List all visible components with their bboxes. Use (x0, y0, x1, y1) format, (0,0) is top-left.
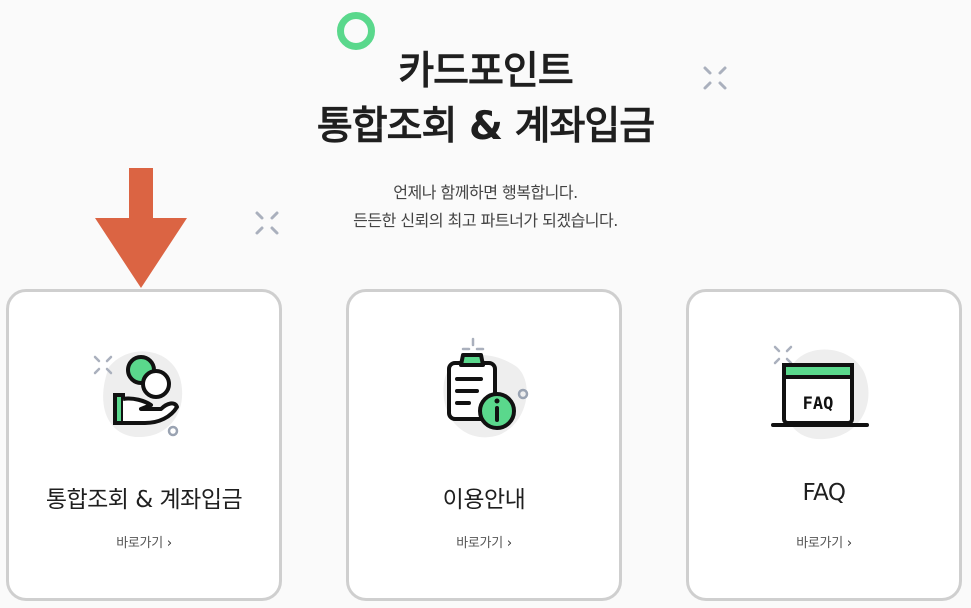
coin-hand-icon (93, 351, 183, 437)
card-usage-guide[interactable]: 이용안내 바로가기 › (346, 289, 622, 601)
faq-icon-text: FAQ (803, 394, 834, 414)
card-balance-inquiry[interactable]: 통합조회 & 계좌입금 바로가기 › (6, 289, 282, 601)
arrow-down-icon (95, 168, 187, 288)
faq-window-icon: FAQ (771, 345, 869, 440)
card-link-label: 바로가기 (116, 536, 163, 551)
clipboard-info-icon (443, 337, 529, 438)
page: 카드포인트 통합조회 & 계좌입금 언제나 함께하면 행복합니다. 든든한 신뢰… (0, 0, 971, 608)
card-title: FAQ (802, 480, 846, 506)
chevron-right-icon: › (846, 536, 852, 551)
card-faq[interactable]: FAQ FAQ 바로가기 › (686, 289, 962, 601)
chevron-right-icon: › (506, 536, 512, 551)
card-title: 통합조회 & 계좌입금 (45, 487, 243, 513)
card-link[interactable]: 바로가기 › (9, 532, 279, 551)
page-title: 카드포인트 통합조회 & 계좌입금 (0, 44, 971, 154)
page-title-line1: 카드포인트 (398, 49, 573, 94)
chevron-right-icon: › (166, 536, 172, 551)
card-link-label: 바로가기 (456, 536, 503, 551)
card-link[interactable]: 바로가기 › (349, 532, 619, 551)
card-title: 이용안내 (442, 487, 526, 513)
card-link[interactable]: 바로가기 › (689, 532, 959, 551)
card-link-label: 바로가기 (796, 536, 843, 551)
page-title-line2: 통합조회 & 계좌입금 (316, 104, 655, 149)
